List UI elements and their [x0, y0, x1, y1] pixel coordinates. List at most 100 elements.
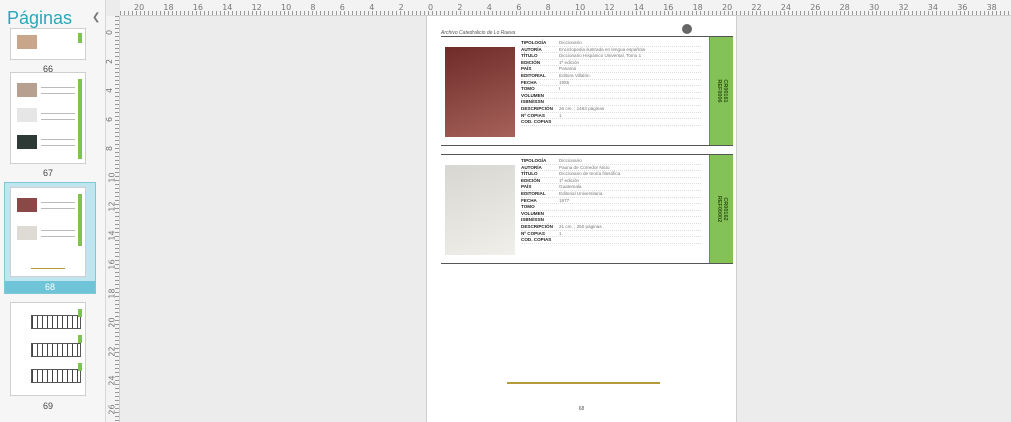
- ruler-tick-label: 0: [105, 29, 115, 36]
- ruler-tick-label: 14: [633, 3, 644, 12]
- field-value: [559, 217, 701, 223]
- field-value: Guatemala: [559, 184, 582, 190]
- ruler-tick-label: 2: [457, 3, 463, 12]
- ruler-tick-label: 10: [575, 3, 586, 12]
- field-key: ISBN/ISSN: [521, 217, 544, 223]
- field-value: 1ª edición: [559, 177, 580, 183]
- page-thumbnail-69[interactable]: [10, 302, 86, 396]
- thumbnail-image: [17, 108, 37, 122]
- field-value: 1ª edición: [559, 59, 580, 65]
- ruler-tick-label: 22: [107, 346, 117, 357]
- ruler-tick-label: 14: [107, 230, 117, 241]
- ruler-tick-label: 8: [105, 145, 115, 152]
- field-value: Editora Villalón: [559, 72, 590, 78]
- field-value: [559, 204, 701, 210]
- field-key: AUTORÍA: [521, 164, 542, 170]
- field-row: TOMO I: [521, 86, 701, 93]
- field-row: VOLUMEN: [521, 93, 701, 100]
- ruler-tick-label: 22: [751, 3, 762, 12]
- page-thumbnail-67[interactable]: [10, 72, 86, 164]
- field-key: TIPOLOGÍA: [521, 158, 547, 163]
- ruler-tick-label: 24: [107, 375, 117, 386]
- field-value: 26 cm. ; 1463 páginas: [559, 105, 605, 111]
- thumbnail-image: [17, 226, 37, 240]
- book-photo: [445, 165, 515, 255]
- page-thumbnail-68[interactable]: [10, 187, 86, 277]
- field-value: 1: [559, 112, 562, 118]
- document-page[interactable]: Archivo Catedralicio de Lo Rueva TIPOLOG…: [426, 16, 737, 422]
- field-row: TÍTULO Diccionario de teoría filosófica: [521, 171, 701, 178]
- field-row: PAÍS Guatemala: [521, 184, 701, 191]
- catalog-record[interactable]: TIPOLOGÍA Diccionario AUTORÍA Pauna de Corr…: [441, 154, 733, 264]
- page-thumbnail-label: 68: [44, 282, 55, 292]
- field-value: Editorial Universitaria: [559, 190, 603, 196]
- field-value: 1977: [559, 197, 570, 203]
- field-row: Nº COPIAS 1: [521, 113, 701, 120]
- field-key: EDITORIAL: [521, 190, 546, 196]
- ruler-tick-label: 20: [107, 317, 117, 328]
- thumbnail-image: [17, 135, 37, 149]
- field-key: FECHA: [521, 79, 537, 85]
- thumbnail-tag: [78, 33, 82, 43]
- ruler-tick-label: 6: [105, 116, 115, 123]
- ruler-tick-label: 26: [810, 3, 821, 12]
- footer-line: [507, 382, 660, 384]
- record-tag-label: CR00162 REF00002: [715, 195, 728, 223]
- catalog-record[interactable]: TIPOLOGÍA Diccionario AUTORÍA Enciclopedia …: [441, 36, 733, 146]
- ruler-tick-label: 20: [722, 3, 733, 12]
- field-value: 21 cm. ; 250 páginas: [559, 223, 602, 229]
- ruler-tick-label: 28: [839, 3, 850, 12]
- field-key: TOMO: [521, 86, 535, 92]
- field-value: Diccionario: [559, 40, 582, 45]
- pages-panel: Páginas ❮ 66 67 68 69: [0, 0, 106, 422]
- field-row: AUTORÍA Enciclopedia ilustrada en lengua …: [521, 47, 701, 54]
- seal-icon: [682, 24, 692, 34]
- field-key: TÍTULO: [521, 53, 538, 59]
- ruler-tick-label: 12: [251, 3, 262, 12]
- field-row: DESCRIPCIÓN 26 cm. ; 1463 páginas: [521, 106, 701, 113]
- field-row: DESCRIPCIÓN 21 cm. ; 250 páginas: [521, 224, 701, 231]
- field-row: ISBN/ISSN: [521, 99, 701, 106]
- field-key: ISBN/ISSN: [521, 99, 544, 105]
- field-row: EDITORIAL Editorial Universitaria: [521, 191, 701, 198]
- horizontal-ruler: 20 18 16 14 12 10 8 6 4 2 0 2 4 6 8 10 12 14 16 18 20 22 24 26 2…: [120, 0, 1011, 16]
- field-row: TÍTULO Diccionario Hispánico Universal, T…: [521, 53, 701, 60]
- field-key: FECHA: [521, 197, 537, 203]
- field-row: EDICIÓN 1ª edición: [521, 60, 701, 67]
- field-row: FECHA 1977: [521, 198, 701, 205]
- field-key: TIPOLOGÍA: [521, 40, 547, 45]
- field-key: DESCRIPCIÓN: [521, 105, 553, 111]
- page-thumbnail-68-selected[interactable]: 68: [4, 182, 96, 294]
- field-key: PAÍS: [521, 66, 532, 72]
- field-value: [559, 99, 701, 105]
- page-thumbnail-66[interactable]: [10, 28, 86, 60]
- field-row: TOMO: [521, 204, 701, 211]
- ruler-tick-label: 32: [898, 3, 909, 12]
- field-key: Nº COPIAS: [521, 230, 545, 236]
- field-row: PAÍS Panamá: [521, 66, 701, 73]
- ruler-tick-label: 10: [281, 3, 292, 12]
- ruler-tick-label: 4: [486, 3, 492, 12]
- ruler-tick-label: 24: [780, 3, 791, 12]
- thumbnail-tag: [78, 79, 82, 159]
- field-row: ISBN/ISSN: [521, 217, 701, 224]
- record-fields: TIPOLOGÍA Diccionario AUTORÍA Pauna de Corr…: [521, 158, 701, 244]
- ruler-tick-label: 30: [869, 3, 880, 12]
- field-value: [559, 211, 701, 217]
- thumbnail-image: [17, 83, 37, 97]
- field-key: DESCRIPCIÓN: [521, 223, 553, 229]
- field-row: EDICIÓN 1ª edición: [521, 178, 701, 185]
- chevron-left-icon[interactable]: ❮: [92, 12, 100, 23]
- field-row: EDITORIAL Editora Villalón: [521, 73, 701, 80]
- ruler-tick-label: 20: [134, 3, 145, 12]
- page-thumbnail-label: 69: [42, 401, 53, 411]
- book-photo: [445, 47, 515, 137]
- ruler-tick-label: 12: [107, 201, 117, 212]
- field-value: Diccionario Hispánico Universal, Tomo 1: [559, 53, 642, 59]
- field-value: Diccionario: [559, 158, 582, 163]
- field-row: Nº COPIAS 1: [521, 231, 701, 238]
- ruler-tick-label: 18: [692, 3, 703, 12]
- ruler-tick-label: 10: [107, 172, 117, 183]
- field-value: Pauna de Corredor Nicio: [559, 164, 610, 170]
- ruler-tick-label: 18: [107, 288, 117, 299]
